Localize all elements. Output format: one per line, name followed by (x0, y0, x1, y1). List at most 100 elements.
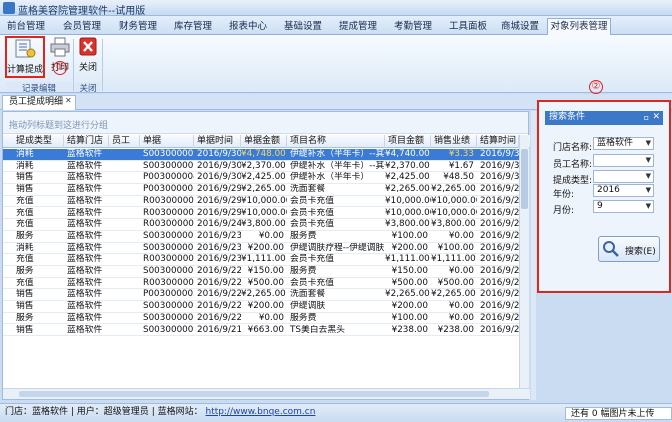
title-bar: 蓝格美容院管理软件--试用版 (0, 0, 672, 17)
menu-tab-basic-settings[interactable]: 基础设置 (278, 18, 328, 35)
menu-tab-members[interactable]: 会员管理 (57, 18, 107, 35)
cell-document-amount: ¥2,425.00 (241, 172, 286, 183)
cell-store: 蓝格软件 (67, 277, 103, 288)
column-header-settle-time[interactable]: 结算时间 (477, 135, 519, 148)
column-header-item-amount[interactable]: 项目金额 (385, 135, 431, 148)
cell-commission-type: 销售 (16, 324, 34, 335)
calculate-commission-button[interactable]: 计算提成 (5, 36, 45, 78)
pin-icon[interactable]: ▫ (644, 111, 649, 124)
month-select[interactable]: 9 ▼ (593, 200, 654, 213)
table-row[interactable]: 服务蓝格软件S00300000812016/9/22¥0.00服务费¥100.0… (3, 313, 519, 325)
column-header-commission-type[interactable]: 提成类型 (3, 135, 64, 148)
table-row[interactable]: 销售蓝格软件S00300000812016/9/22¥200.00伊缇调肤¥20… (3, 301, 519, 313)
chevron-down-icon: ▼ (645, 202, 651, 210)
cell-employee (109, 231, 140, 243)
cell-item-amount: ¥2,265.00 (385, 289, 430, 300)
cell-document-amount: ¥3,800.00 (241, 219, 286, 230)
panel-close-icon[interactable]: ✕ (652, 111, 660, 124)
cell-document: S0030000081 (143, 312, 194, 323)
column-header-document-time[interactable]: 单据时间 (194, 135, 241, 148)
column-header-document[interactable]: 单据 (140, 135, 194, 148)
table-row[interactable]: 消耗蓝格软件S00300000942016/9/30¥4,748.00伊缇补水（… (3, 149, 519, 161)
cell-store: 蓝格软件 (67, 242, 103, 253)
cell-employee (109, 149, 140, 161)
table-row[interactable]: 服务蓝格软件S00300000842016/9/23¥0.00服务费¥100.0… (3, 231, 519, 243)
column-header-employee[interactable]: 员工 (109, 135, 140, 148)
cell-document-amount: ¥1,111.00 (241, 254, 286, 265)
store-name-select[interactable]: 蓝格软件 ▼ (593, 137, 654, 150)
horizontal-scrollbar[interactable] (3, 388, 530, 399)
cell-employee (109, 278, 140, 290)
close-button[interactable]: 关闭 (75, 36, 101, 78)
menu-tab-commission[interactable]: 提成管理 (333, 18, 383, 35)
horizontal-scroll-thumb[interactable] (19, 391, 489, 397)
printer-icon (49, 37, 71, 57)
vertical-scrollbar[interactable] (519, 135, 529, 388)
cell-commission-type: 充值 (16, 219, 34, 230)
cell-settle-time: 2016/9/23 (480, 254, 519, 265)
menu-tab-inventory[interactable]: 库存管理 (168, 18, 218, 35)
table-row[interactable]: 充值蓝格软件R00300000612016/9/22¥500.00会员卡充值¥5… (3, 278, 519, 290)
dock-splitter[interactable] (531, 111, 536, 400)
tab-close-icon[interactable]: ✕ (65, 96, 72, 105)
table-row[interactable]: 销售蓝格软件P00300000392016/9/29¥2,265.00洗面套餐¥… (3, 184, 519, 196)
cell-item-amount: ¥4,740.00 (385, 149, 430, 159)
menu-tab-mall-settings[interactable]: 商城设置 (496, 18, 544, 35)
cell-settle-time: 2016/9/23 (480, 230, 519, 241)
menu-tab-object-list[interactable]: 对象列表管理 (547, 18, 611, 35)
cell-employee (109, 289, 140, 301)
cell-store: 蓝格软件 (67, 184, 103, 195)
cell-document-time: 2016/9/21 (197, 324, 241, 335)
cell-document: R0030000065 (143, 195, 194, 206)
grid-header: 提成类型 结算门店 员工 单据 单据时间 单据金额 项目名称 项目金额 销售业绩… (3, 135, 530, 148)
menu-tab-attendance[interactable]: 考勤管理 (388, 18, 438, 35)
column-header-store[interactable]: 结算门店 (64, 135, 109, 148)
cell-commission-type: 充值 (16, 277, 34, 288)
group-by-hint: 拖动列标题到这进行分组 (3, 112, 528, 134)
cell-employee (109, 172, 140, 184)
table-row[interactable]: 充值蓝格软件R00300000652016/9/29¥10,000.00会员卡充… (3, 196, 519, 208)
menu-tab-tools[interactable]: 工具面板 (443, 18, 493, 35)
commission-grid-panel: 拖动列标题到这进行分组 提成类型 结算门店 员工 单据 单据时间 单据金额 项目… (2, 111, 530, 400)
cell-sales-performance: ¥10,000.00 (431, 195, 477, 206)
year-select[interactable]: 2016 ▼ (593, 184, 654, 197)
cell-document: S0030000094 (143, 149, 194, 159)
cell-employee (109, 196, 140, 208)
menu-tab-reports[interactable]: 报表中心 (223, 18, 273, 35)
search-button[interactable]: 搜索(E) (598, 236, 660, 262)
table-row[interactable]: 消耗蓝格软件S00300000932016/9/30¥2,370.00伊缇补水（… (3, 161, 519, 173)
cell-sales-performance: ¥0.00 (448, 312, 474, 323)
employee-name-select[interactable]: ▼ (593, 154, 654, 167)
menu-tab-finance[interactable]: 财务管理 (113, 18, 163, 35)
website-link[interactable]: http://www.bnqe.com.cn (205, 407, 315, 417)
column-header-document-amount[interactable]: 单据金额 (241, 135, 287, 148)
table-row[interactable]: 服务蓝格软件S00300000822016/9/22¥150.00服务费¥150… (3, 266, 519, 278)
table-row[interactable]: 销售蓝格软件S00300000802016/9/21¥663.00TS美白去黑头… (3, 325, 519, 337)
column-header-sales-performance[interactable]: 销售业绩 (431, 135, 477, 148)
cell-document-amount: ¥0.00 (258, 230, 284, 241)
table-row[interactable]: 充值蓝格软件R00300000622016/9/23¥1,111.00会员卡充值… (3, 254, 519, 266)
cell-sales-performance: ¥0.00 (448, 266, 474, 276)
cell-item-name: 服务费 (290, 312, 317, 323)
cell-employee (109, 325, 140, 337)
table-row[interactable]: 充值蓝格软件R00300000642016/9/24¥3,800.00会员卡充值… (3, 219, 519, 231)
cell-document-time: 2016/9/23 (197, 254, 241, 265)
commission-type-select[interactable]: ▼ (593, 170, 654, 183)
cell-item-amount: ¥100.00 (391, 312, 428, 323)
table-row[interactable]: 销售蓝格软件P00300000402016/9/30¥2,425.00伊缇补水（… (3, 172, 519, 185)
cell-settle-time: 2016/9/24 (480, 219, 519, 230)
calculate-commission-label: 计算提成 (7, 65, 44, 75)
cell-employee (109, 254, 140, 266)
cell-item-amount: ¥2,265.00 (385, 184, 430, 195)
cell-commission-type: 销售 (16, 184, 34, 195)
vertical-scroll-thumb[interactable] (521, 149, 528, 209)
column-header-item-name[interactable]: 项目名称 (287, 135, 385, 148)
cell-sales-performance: ¥0.00 (448, 230, 474, 241)
table-row[interactable]: 充值蓝格软件R00300000652016/9/29¥10,000.00会员卡充… (3, 208, 519, 220)
record-edit-group-label: 记录编辑 (6, 82, 72, 94)
table-row[interactable]: 销售蓝格软件P00300000372016/9/22¥2,265.00洗面套餐¥… (3, 289, 519, 302)
table-row[interactable]: 消耗蓝格软件S00300000842016/9/23¥200.00伊缇调肤疗程-… (3, 243, 519, 255)
menu-tab-front-desk[interactable]: 前台管理 (3, 18, 49, 35)
annotation-marker-1: ① (53, 61, 67, 75)
cell-store: 蓝格软件 (67, 301, 103, 312)
